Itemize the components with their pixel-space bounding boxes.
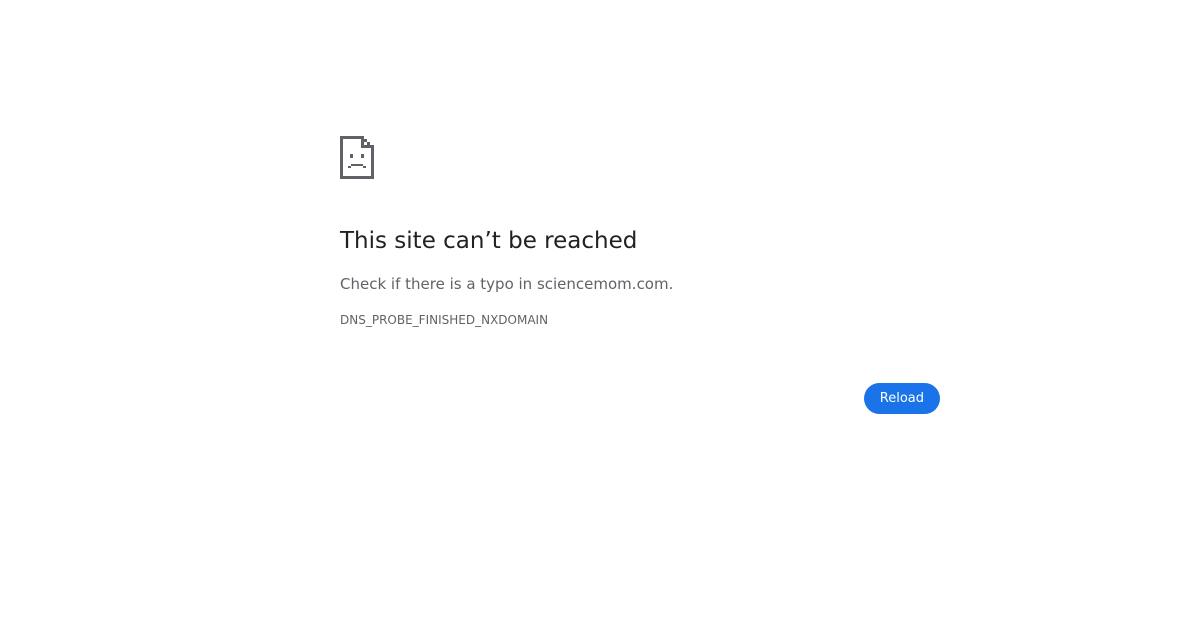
error-summary: Check if there is a typo in sciencemom.c… <box>340 275 674 293</box>
error-code: DNS_PROBE_FINISHED_NXDOMAIN <box>340 313 549 327</box>
sad-document-icon <box>340 136 374 179</box>
reload-button[interactable]: Reload <box>863 383 940 414</box>
error-interstitial: This site can’t be reached Check if ther… <box>340 136 940 436</box>
page-title: This site can’t be reached <box>340 228 638 254</box>
